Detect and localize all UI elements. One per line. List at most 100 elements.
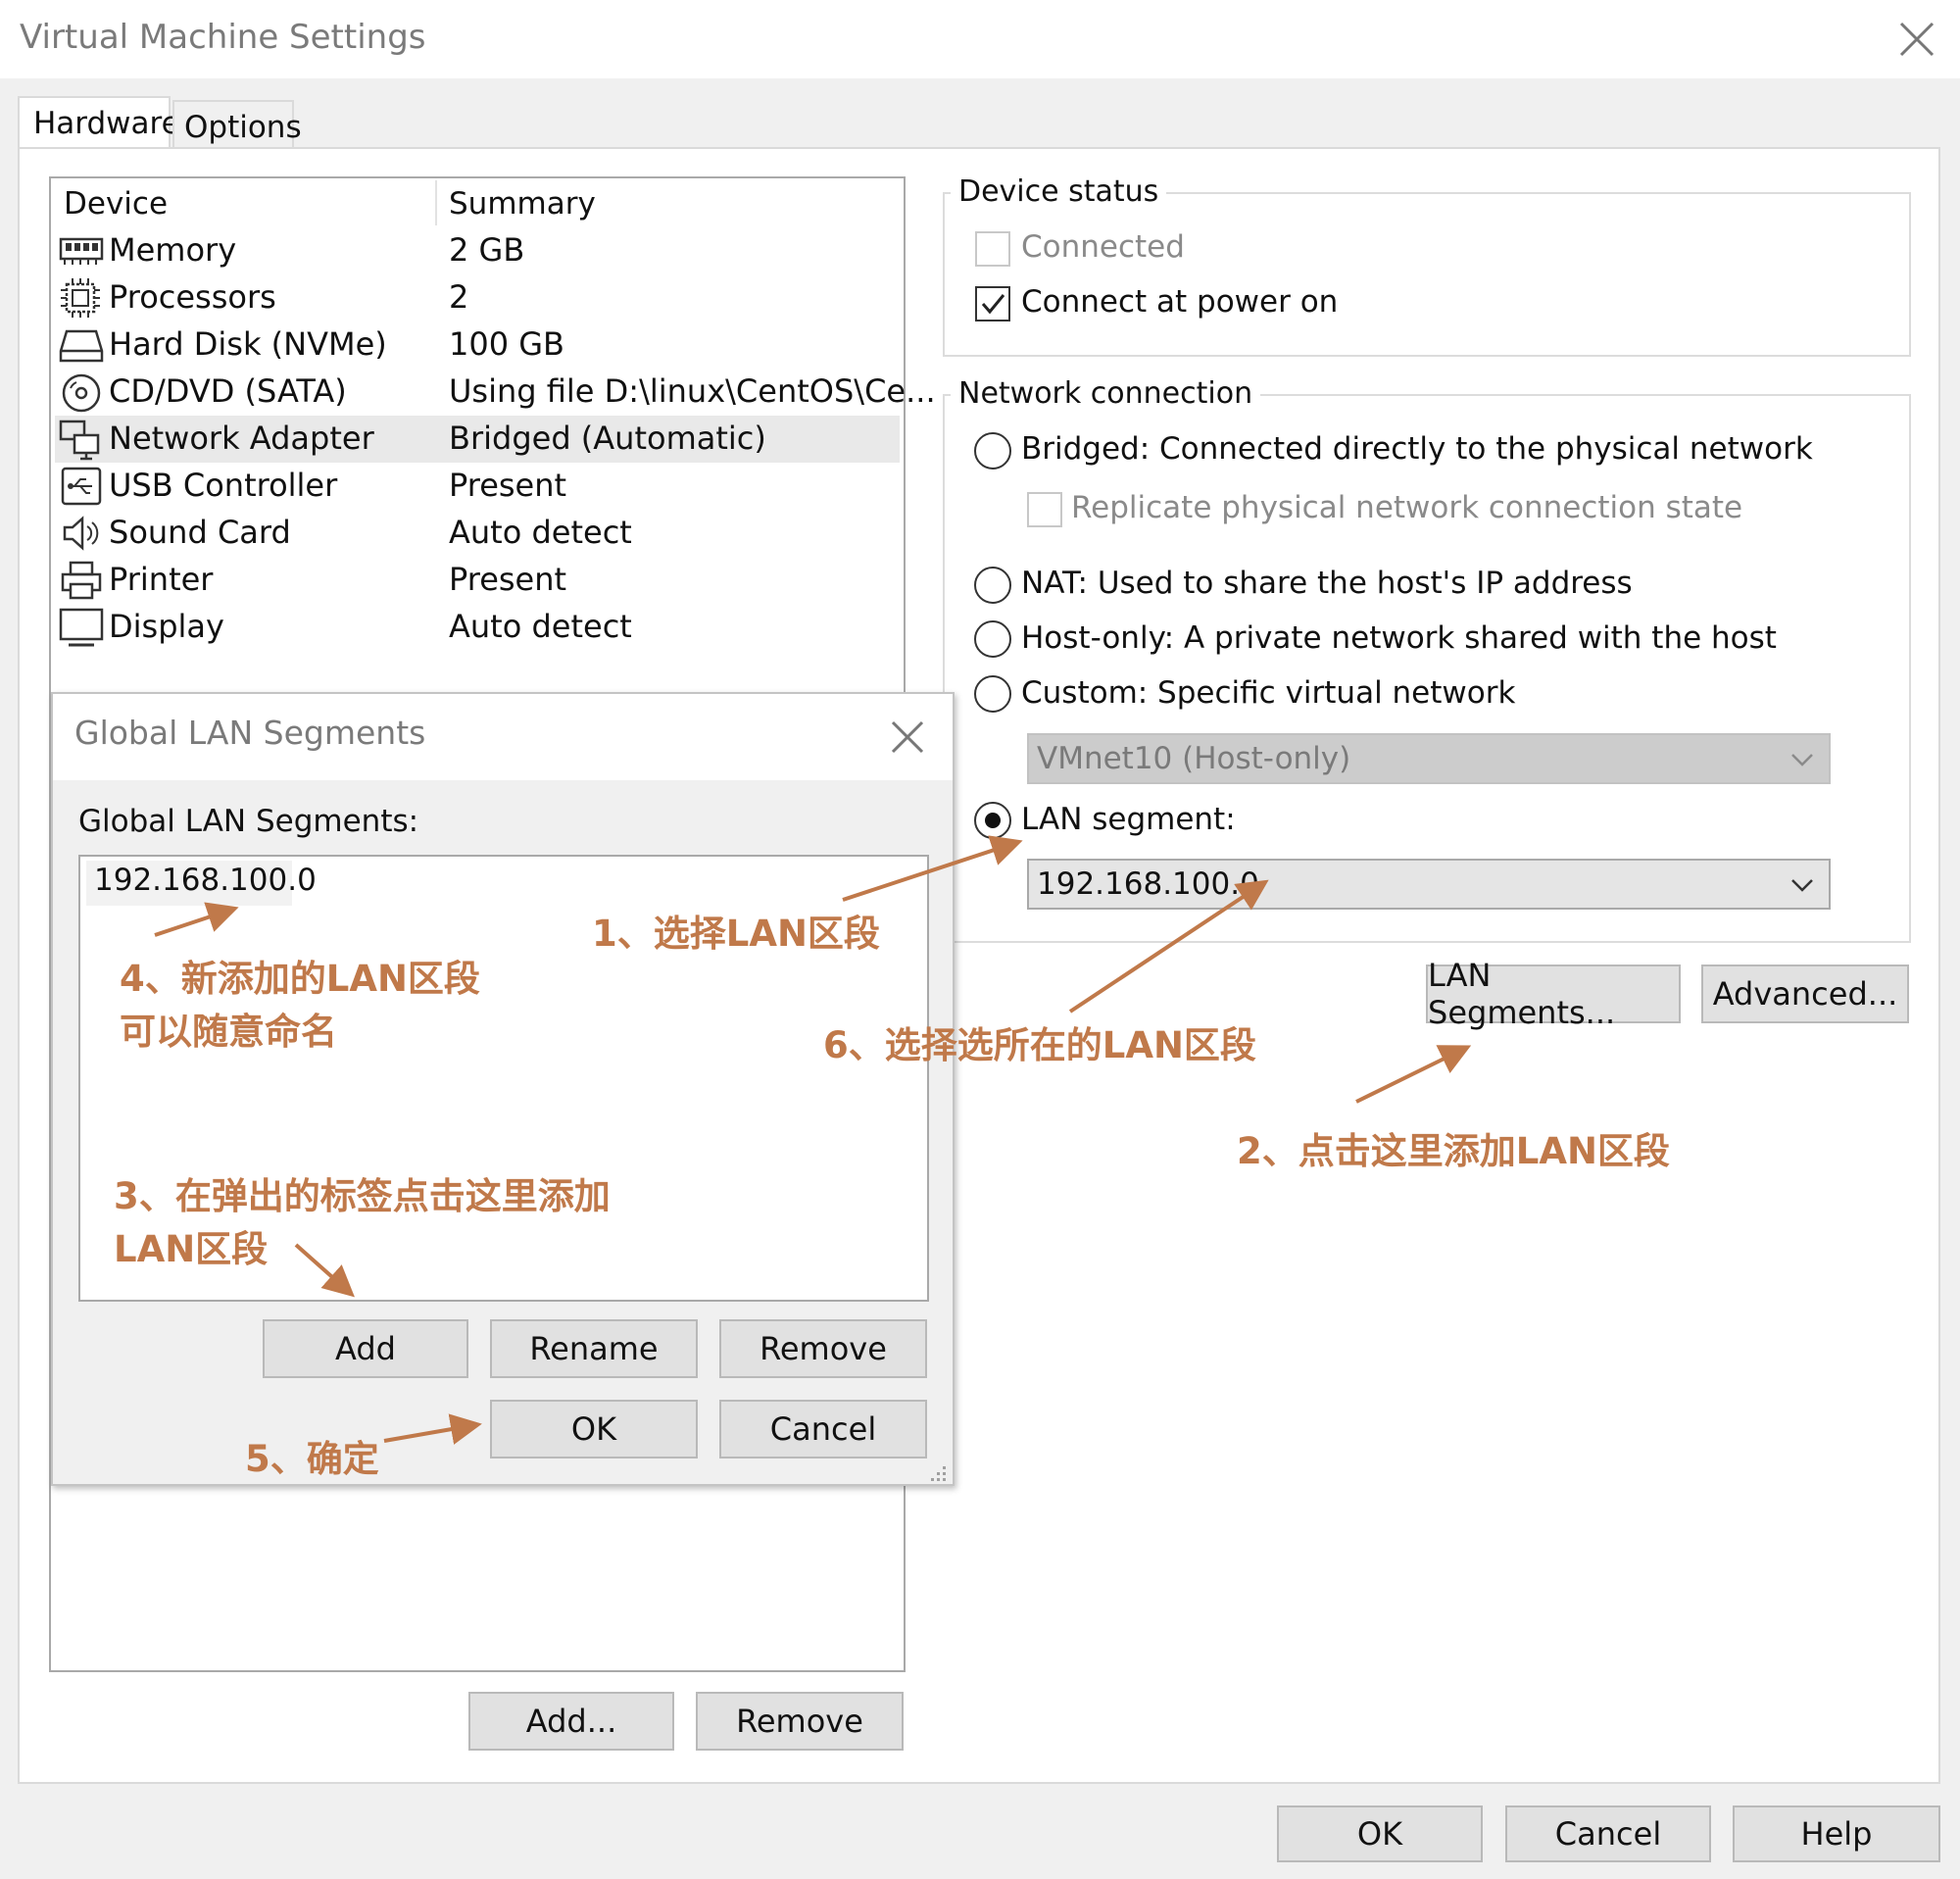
add-device-button-label: Add...	[525, 1703, 617, 1740]
lan-add-button-label: Add	[335, 1330, 396, 1367]
lan-remove-button-label: Remove	[760, 1330, 887, 1367]
device-row-label: Processors	[109, 278, 276, 316]
network-adapter-icon	[59, 420, 102, 465]
bridged-label: Bridged: Connected directly to the physi…	[1021, 431, 1813, 467]
custom-radio[interactable]	[974, 675, 1011, 713]
lan-add-button[interactable]: Add	[263, 1319, 468, 1378]
device-row-summary: 100 GB	[449, 325, 564, 363]
nat-label: NAT: Used to share the host's IP address	[1021, 566, 1633, 601]
radio-selected-dot	[985, 813, 1001, 828]
help-button[interactable]: Help	[1733, 1805, 1940, 1862]
remove-device-button[interactable]: Remove	[696, 1692, 904, 1751]
lan-segment-select[interactable]: 192.168.100.0	[1027, 859, 1831, 910]
device-row-label: Sound Card	[109, 514, 291, 551]
tab-options-label: Options	[184, 110, 302, 145]
advanced-button[interactable]: Advanced...	[1701, 964, 1909, 1023]
device-row-processors[interactable]: Processors 2	[55, 274, 900, 321]
device-row-summary: Auto detect	[449, 608, 632, 645]
annotation-step3-line2: LAN区段	[114, 1228, 269, 1270]
lan-segment-radio[interactable]	[974, 802, 1011, 839]
annotation-step4-line2: 可以随意命名	[120, 1011, 337, 1053]
connected-checkbox[interactable]	[975, 231, 1010, 267]
custom-network-select[interactable]: VMnet10 (Host-only)	[1027, 733, 1831, 784]
hostonly-radio[interactable]	[974, 620, 1011, 658]
display-icon	[59, 608, 104, 653]
ok-button-label: OK	[1356, 1815, 1403, 1853]
column-divider	[435, 180, 437, 225]
sound-card-icon	[63, 514, 102, 557]
close-icon[interactable]	[1895, 18, 1938, 61]
device-row-memory[interactable]: Memory 2 GB	[55, 227, 900, 274]
replicate-label: Replicate physical network connection st…	[1071, 490, 1743, 525]
device-row-printer[interactable]: Printer Present	[55, 557, 900, 604]
tab-hardware-label: Hardware	[33, 106, 180, 141]
lan-cancel-button-label: Cancel	[769, 1410, 877, 1448]
dialog-title-bar: Global LAN Segments	[53, 694, 953, 780]
network-connection-title: Network connection	[951, 376, 1261, 411]
lan-ok-button[interactable]: OK	[490, 1400, 698, 1459]
lan-rename-button[interactable]: Rename	[490, 1319, 698, 1378]
annotation-step6: 6、选择选所在的LAN区段	[823, 1024, 1256, 1066]
nat-radio[interactable]	[974, 567, 1011, 604]
device-row-label: Network Adapter	[109, 420, 374, 457]
lan-list-item[interactable]: 192.168.100.0	[94, 863, 317, 898]
lan-segments-dialog: Global LAN Segments Global LAN Segments:…	[51, 692, 955, 1486]
lan-ok-button-label: OK	[570, 1410, 617, 1448]
device-row-label: CD/DVD (SATA)	[109, 372, 347, 410]
window-title: Virtual Machine Settings	[20, 18, 426, 57]
device-row-label: Display	[109, 608, 224, 645]
device-row-network-adapter[interactable]: Network Adapter Bridged (Automatic)	[55, 416, 900, 463]
lan-list-label: Global LAN Segments:	[78, 804, 419, 839]
memory-icon	[59, 233, 104, 272]
bridged-radio[interactable]	[974, 432, 1011, 470]
custom-select-value: VMnet10 (Host-only)	[1037, 741, 1351, 776]
device-status-title: Device status	[951, 174, 1167, 209]
chevron-down-icon	[1791, 879, 1813, 892]
device-row-summary: Bridged (Automatic)	[449, 420, 766, 457]
lan-segments-button[interactable]: LAN Segments...	[1426, 957, 1681, 1031]
connected-label: Connected	[1021, 229, 1185, 265]
summary-column-header[interactable]: Summary	[449, 186, 596, 222]
device-row-summary: Present	[449, 561, 567, 598]
ok-button[interactable]: OK	[1277, 1805, 1483, 1862]
device-column-header[interactable]: Device	[64, 186, 168, 222]
resize-grip-icon[interactable]	[925, 1460, 949, 1484]
annotation-step3-line1: 3、在弹出的标签点击这里添加	[114, 1175, 611, 1217]
device-row-display[interactable]: Display Auto detect	[55, 604, 900, 651]
annotation-step4-line1: 4、新添加的LAN区段	[120, 958, 480, 1000]
custom-label: Custom: Specific virtual network	[1021, 675, 1516, 711]
device-row-summary: Using file D:\linux\CentOS\Ce...	[449, 372, 936, 410]
cd-dvd-icon	[61, 372, 102, 418]
add-device-button[interactable]: Add...	[468, 1692, 674, 1751]
device-row-label: Hard Disk (NVMe)	[109, 325, 387, 363]
lan-select-value: 192.168.100.0	[1037, 866, 1259, 902]
usb-icon	[61, 467, 102, 510]
connect-power-on-checkbox[interactable]	[975, 286, 1010, 321]
device-row-label: USB Controller	[109, 467, 338, 504]
device-row-cd-dvd[interactable]: CD/DVD (SATA) Using file D:\linux\CentOS…	[55, 369, 936, 418]
lan-cancel-button[interactable]: Cancel	[719, 1400, 927, 1459]
printer-icon	[61, 561, 102, 604]
annotation-step1: 1、选择LAN区段	[592, 913, 880, 955]
cancel-button-label: Cancel	[1554, 1815, 1662, 1853]
hostonly-label: Host-only: A private network shared with…	[1021, 620, 1777, 656]
device-row-summary: 2 GB	[449, 231, 525, 269]
device-row-label: Printer	[109, 561, 214, 598]
device-row-hard-disk[interactable]: Hard Disk (NVMe) 100 GB	[55, 321, 900, 369]
device-row-summary: Present	[449, 467, 567, 504]
cancel-button[interactable]: Cancel	[1505, 1805, 1711, 1862]
device-row-usb-controller[interactable]: USB Controller Present	[55, 463, 900, 510]
dialog-close-icon[interactable]	[888, 717, 927, 757]
checkmark-icon	[981, 294, 1005, 315]
tab-hardware[interactable]: Hardware	[18, 96, 180, 149]
device-row-summary: Auto detect	[449, 514, 632, 551]
tab-options[interactable]: Options	[172, 100, 302, 147]
advanced-button-label: Advanced...	[1712, 975, 1898, 1013]
help-button-label: Help	[1800, 1815, 1873, 1853]
dialog-title: Global LAN Segments	[74, 714, 426, 752]
lan-remove-button[interactable]: Remove	[719, 1319, 927, 1378]
replicate-checkbox[interactable]	[1027, 492, 1062, 527]
title-bar: Virtual Machine Settings	[0, 0, 1960, 78]
annotation-step5: 5、确定	[245, 1438, 379, 1480]
device-row-sound-card[interactable]: Sound Card Auto detect	[55, 510, 900, 557]
